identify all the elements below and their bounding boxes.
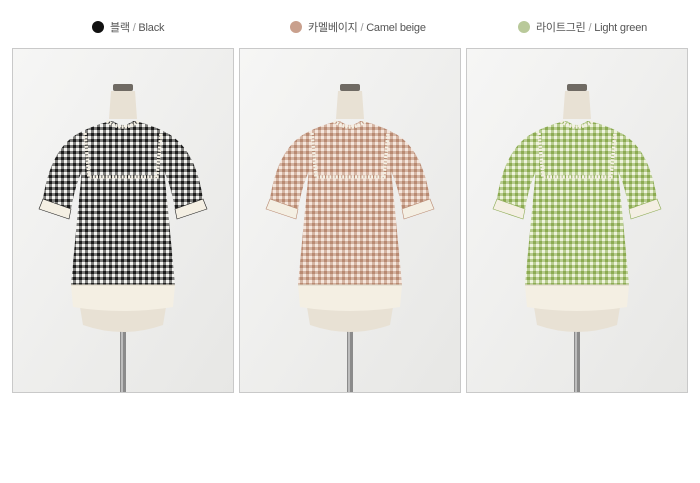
hem-band — [71, 285, 175, 311]
color-label-light-green: 라이트그린 / Light green — [536, 22, 648, 34]
color-option-light-green[interactable]: 라이트그린 / Light green — [518, 17, 647, 37]
mannequin-neck — [109, 91, 137, 119]
shirt-body — [71, 121, 175, 285]
mannequin-cap — [340, 84, 360, 91]
product-photo-black — [12, 48, 234, 393]
mannequin-cap — [113, 84, 133, 91]
color-swatch-row: 블랙 / Black 카멜베이지 / Camel beige 라이트그린 / L… — [0, 17, 700, 37]
hem-band — [298, 285, 402, 311]
product-photo-camel-beige — [239, 48, 461, 393]
blouse-illustration — [467, 49, 687, 392]
shirt-body — [525, 121, 629, 285]
mannequin-cap — [567, 84, 587, 91]
color-option-camel-beige[interactable]: 카멜베이지 / Camel beige — [290, 17, 426, 37]
blouse-illustration — [240, 49, 460, 392]
camel-beige-swatch-dot — [290, 21, 302, 33]
hem-band — [525, 285, 629, 311]
shirt-body — [298, 121, 402, 285]
blouse-illustration — [13, 49, 233, 392]
color-option-black[interactable]: 블랙 / Black — [92, 17, 165, 37]
mannequin-neck — [563, 91, 591, 119]
light-green-swatch-dot — [518, 21, 530, 33]
color-label-black: 블랙 / Black — [110, 22, 165, 34]
product-photo-light-green — [466, 48, 688, 393]
mannequin-neck — [336, 91, 364, 119]
black-swatch-dot — [92, 21, 104, 33]
color-label-camel-beige: 카멜베이지 / Camel beige — [308, 22, 426, 34]
